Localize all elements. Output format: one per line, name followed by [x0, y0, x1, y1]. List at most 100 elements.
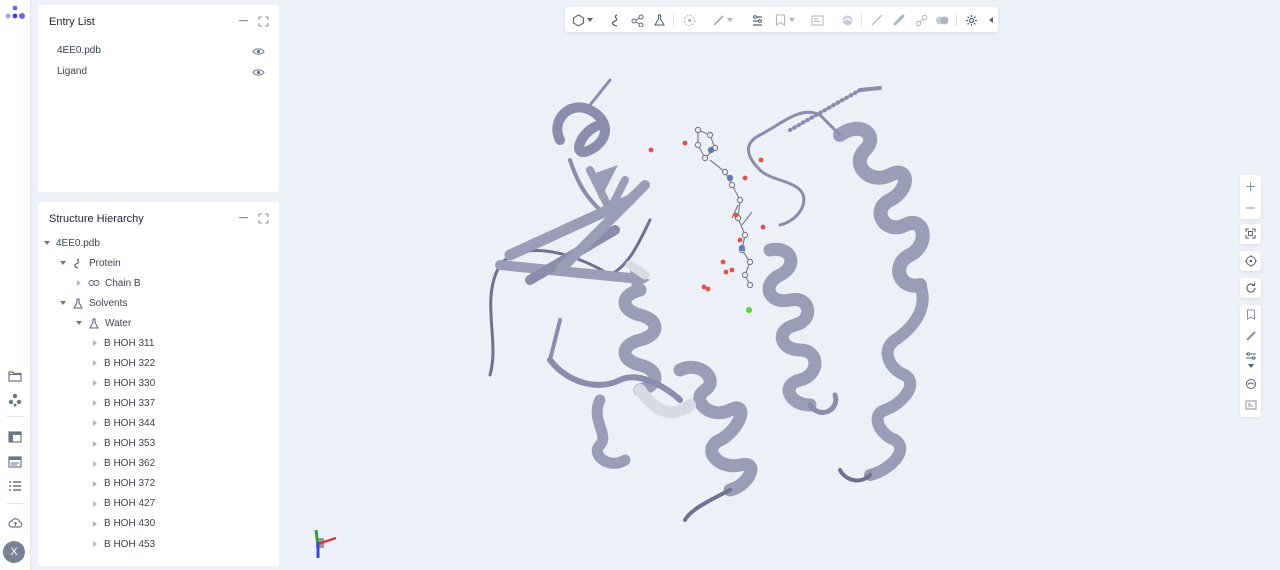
- eye-icon[interactable]: [252, 68, 265, 77]
- line-icon[interactable]: [869, 12, 885, 28]
- caret-right-icon[interactable]: [90, 539, 100, 549]
- measure-icon[interactable]: [1242, 327, 1259, 344]
- caret-down-icon[interactable]: [58, 258, 68, 268]
- structure-hierarchy-title: Structure Hierarchy: [49, 213, 144, 225]
- caret-right-icon[interactable]: [74, 278, 84, 288]
- expand-icon[interactable]: [256, 14, 270, 28]
- surface-icon[interactable]: [839, 12, 855, 28]
- chain-icon: [88, 277, 100, 289]
- sequence-panel-icon[interactable]: [5, 452, 25, 472]
- tree-label: B HOH 330: [104, 377, 156, 389]
- caret-right-icon[interactable]: [90, 398, 100, 408]
- caret-down-icon[interactable]: [726, 12, 734, 28]
- tree-node-solvents[interactable]: Solvents: [58, 295, 127, 311]
- tree-node-chain[interactable]: Chain B: [74, 275, 141, 291]
- app-logo-icon[interactable]: [3, 4, 27, 26]
- minimize-icon[interactable]: [237, 211, 251, 225]
- tree-label: B HOH 362: [104, 458, 156, 470]
- zoom-out-icon[interactable]: [1242, 199, 1259, 216]
- cartoon-icon[interactable]: [608, 12, 624, 28]
- caret-right-icon[interactable]: [90, 378, 100, 388]
- focus-icon[interactable]: [681, 12, 697, 28]
- fit-screen-icon[interactable]: [1242, 225, 1259, 242]
- caret-right-icon[interactable]: [90, 519, 100, 529]
- bookmark-icon[interactable]: [1242, 306, 1259, 323]
- caret-right-icon[interactable]: [90, 358, 100, 368]
- ion-atom: [746, 307, 752, 313]
- tree-node-residue[interactable]: B HOH 353: [90, 436, 155, 452]
- collapse-toolbar-icon[interactable]: [986, 12, 996, 28]
- caret-right-icon[interactable]: [90, 439, 100, 449]
- ball-stick-icon[interactable]: [913, 12, 929, 28]
- caret-right-icon[interactable]: [90, 499, 100, 509]
- caret-right-icon[interactable]: [90, 338, 100, 348]
- representation-icon[interactable]: [570, 12, 586, 28]
- caret-down-icon[interactable]: [586, 12, 594, 28]
- tree-node-residue[interactable]: B HOH 427: [90, 496, 155, 512]
- entry-item-4ee0[interactable]: 4EE0.pdb: [57, 45, 101, 56]
- rotate-icon[interactable]: [1242, 279, 1259, 296]
- caret-right-icon[interactable]: [90, 479, 100, 489]
- folder-icon[interactable]: [5, 366, 25, 386]
- crosshair-icon[interactable]: [1242, 252, 1259, 269]
- center-control: [1240, 251, 1261, 271]
- tree-label: Water: [105, 317, 132, 329]
- caret-down-icon[interactable]: [58, 298, 68, 308]
- tree-label: B HOH 430: [104, 518, 156, 530]
- tree-node-residue[interactable]: B HOH 453: [90, 536, 155, 552]
- caret-down-icon[interactable]: [74, 318, 84, 328]
- tree-node-residue[interactable]: B HOH 344: [90, 415, 155, 431]
- expand-icon[interactable]: [256, 211, 270, 225]
- tree-node-residue[interactable]: B HOH 311: [90, 335, 154, 351]
- tree-node-residue[interactable]: B HOH 330: [90, 375, 155, 391]
- tree-node-residue[interactable]: B HOH 337: [90, 395, 155, 411]
- minimize-icon[interactable]: [237, 14, 251, 28]
- tree-node-protein[interactable]: Protein: [58, 255, 121, 271]
- flask-icon[interactable]: [651, 12, 667, 28]
- structure-hierarchy-header: Structure Hierarchy: [38, 202, 279, 236]
- tree-node-residue[interactable]: B HOH 362: [90, 456, 155, 472]
- entry-item-ligand[interactable]: Ligand: [57, 66, 87, 77]
- cloud-upload-icon[interactable]: [5, 513, 25, 533]
- tree-label: 4EE0.pdb: [56, 237, 100, 249]
- caret-down-icon[interactable]: [42, 238, 52, 248]
- spacefill-icon[interactable]: [934, 12, 950, 28]
- eye-icon[interactable]: [252, 47, 265, 56]
- user-avatar[interactable]: X: [3, 541, 25, 563]
- caret-right-icon[interactable]: [90, 459, 100, 469]
- rotate-control: [1240, 278, 1261, 298]
- tree-node-residue[interactable]: B HOH 322: [90, 355, 155, 371]
- annotation-controls: [1240, 305, 1261, 417]
- tree-node-water[interactable]: Water: [74, 315, 131, 331]
- fit-view-control: [1240, 224, 1261, 244]
- zoom-controls: [1240, 175, 1261, 219]
- surface-icon[interactable]: [1242, 375, 1259, 392]
- layout-icon[interactable]: [5, 427, 25, 447]
- tree-node-residue[interactable]: B HOH 372: [90, 476, 155, 492]
- tree-label: Chain B: [105, 277, 141, 289]
- caret-down-icon[interactable]: [788, 12, 796, 28]
- entry-list-title: Entry List: [49, 16, 95, 28]
- stick-icon[interactable]: [891, 12, 907, 28]
- bookmark-icon[interactable]: [772, 12, 788, 28]
- list-icon[interactable]: [5, 476, 25, 496]
- tree-label: Protein: [89, 257, 121, 269]
- label-icon[interactable]: [1242, 396, 1259, 413]
- tree-node-residue[interactable]: B HOH 430: [90, 516, 155, 532]
- flask-icon: [88, 317, 100, 329]
- tree-label: B HOH 453: [104, 538, 156, 550]
- label-icon[interactable]: [809, 12, 825, 28]
- ligand-icon[interactable]: [629, 12, 645, 28]
- measure-icon[interactable]: [710, 12, 726, 28]
- settings-gear-icon[interactable]: [963, 12, 979, 28]
- molecule-viewer-canvas[interactable]: [440, 40, 980, 540]
- zoom-in-icon[interactable]: [1242, 178, 1259, 195]
- tree-label: B HOH 353: [104, 438, 156, 449]
- tree-label: B HOH 322: [104, 357, 156, 369]
- molecule-tool-icon[interactable]: [5, 390, 25, 410]
- superpose-icon[interactable]: [749, 12, 765, 28]
- caret-right-icon[interactable]: [90, 418, 100, 428]
- tree-label: B HOH 337: [104, 397, 156, 409]
- tree-node-root[interactable]: 4EE0.pdb: [42, 235, 100, 251]
- caret-down-icon[interactable]: [1242, 361, 1259, 371]
